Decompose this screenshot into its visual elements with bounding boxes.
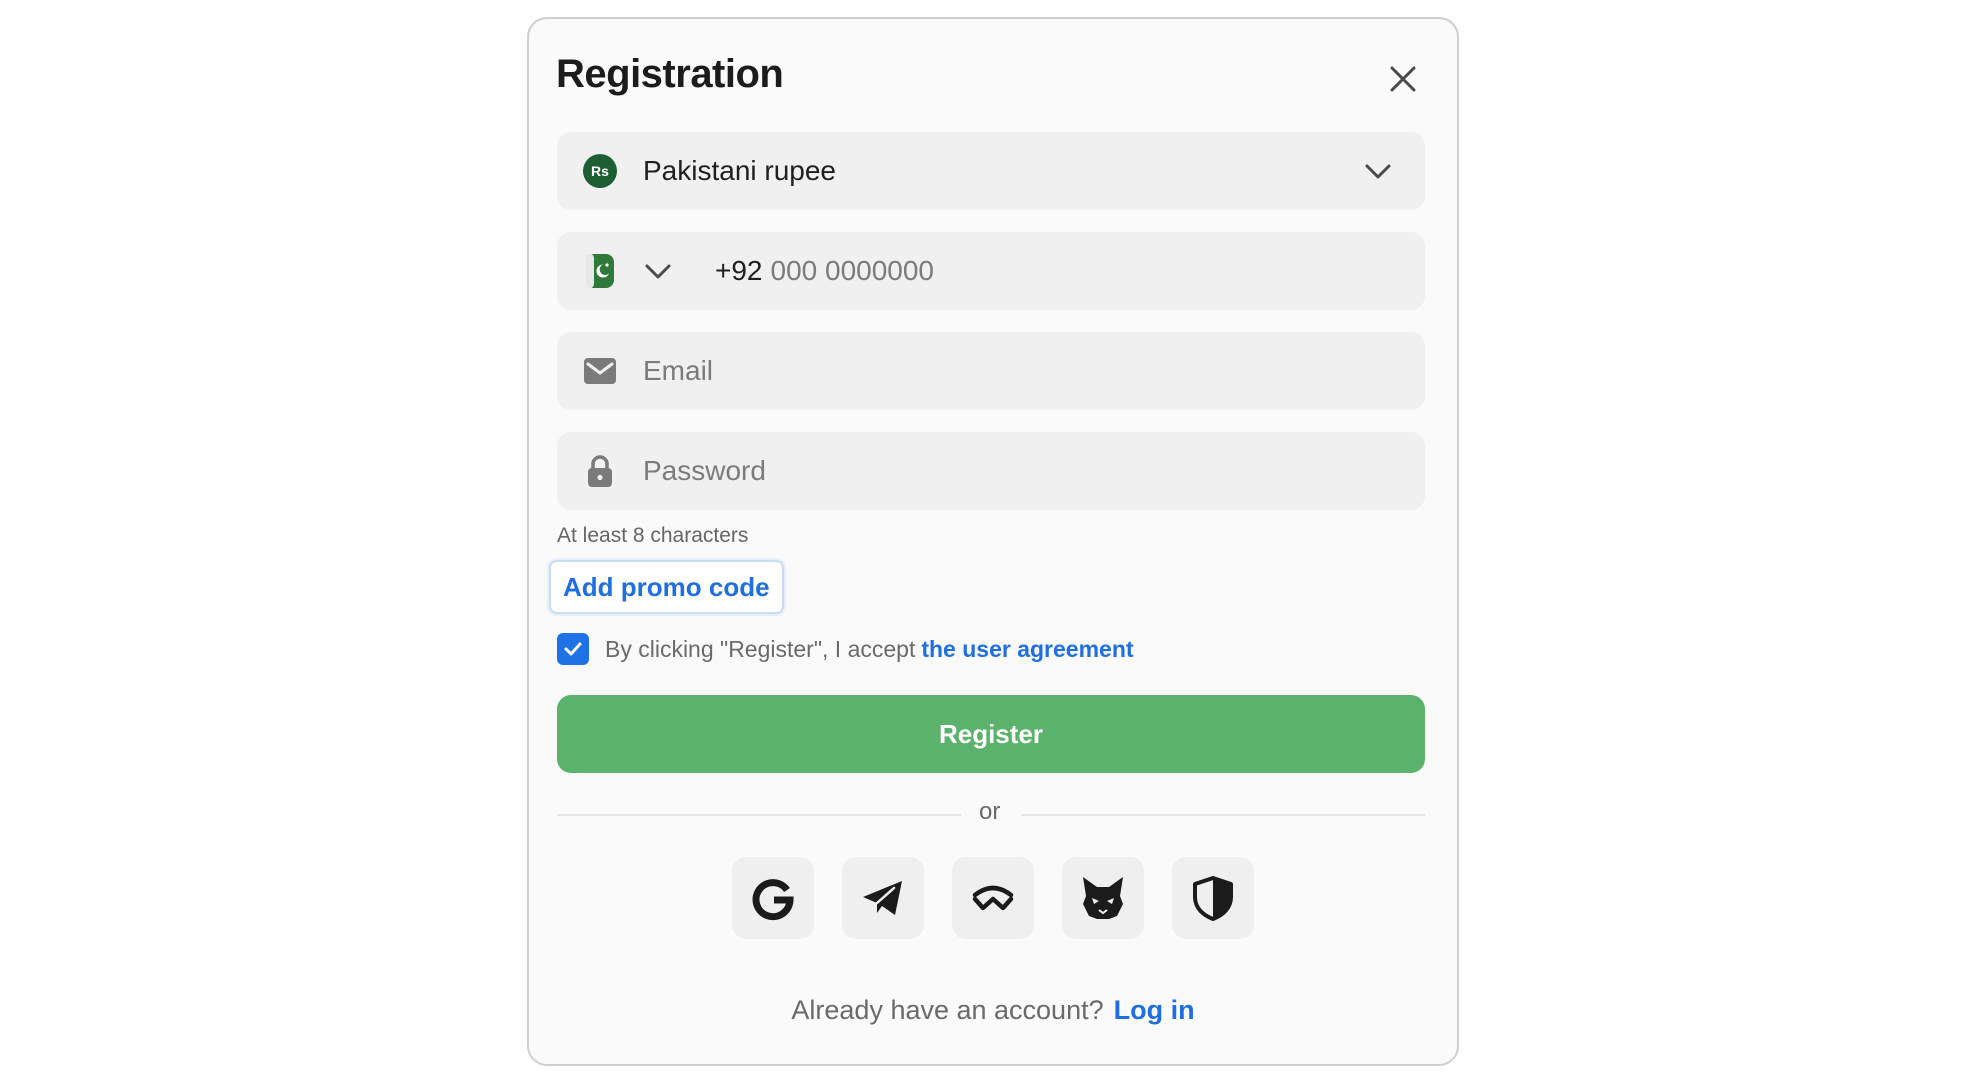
- add-promo-code-button[interactable]: Add promo code: [549, 560, 784, 614]
- walletconnect-icon: [972, 885, 1014, 911]
- divider-line-left: [557, 814, 961, 816]
- phone-placeholder: 000 0000000: [770, 255, 935, 286]
- phone-country-code: +92: [715, 255, 763, 286]
- currency-value: Pakistani rupee: [643, 155, 837, 186]
- metamask-icon: [1083, 877, 1123, 919]
- currency-select[interactable]: Rs Pakistani rupee: [557, 132, 1425, 210]
- checkmark-icon: [564, 642, 582, 656]
- user-agreement-link[interactable]: the user agreement: [921, 636, 1133, 662]
- or-separator: or: [979, 798, 1001, 825]
- shield-icon: [1193, 876, 1233, 921]
- registration-modal: Registration Rs Pakistani rupee +92 000 …: [527, 17, 1459, 1066]
- social-login-row: [732, 857, 1254, 939]
- shield-login-button[interactable]: [1172, 857, 1254, 939]
- telegram-login-button[interactable]: [842, 857, 924, 939]
- pakistan-flag-icon: [586, 254, 614, 288]
- modal-title: Registration: [556, 52, 784, 96]
- metamask-login-button[interactable]: [1062, 857, 1144, 939]
- chevron-down-icon: [645, 264, 671, 279]
- agreement-text: By clicking "Register", I accept: [605, 635, 916, 662]
- password-placeholder: Password: [643, 455, 766, 486]
- password-hint: At least 8 characters: [557, 524, 749, 547]
- email-field[interactable]: Email: [557, 332, 1425, 410]
- divider-line-right: [1021, 814, 1425, 816]
- agreement-row: By clicking "Register", I accept the user…: [557, 633, 1134, 665]
- google-icon: [752, 879, 794, 921]
- google-login-button[interactable]: [732, 857, 814, 939]
- close-button[interactable]: [1381, 57, 1425, 101]
- password-field[interactable]: Password: [557, 432, 1425, 510]
- close-icon: [1390, 66, 1416, 92]
- agreement-checkbox[interactable]: [557, 633, 589, 665]
- login-prompt-text: Already have an account?: [791, 995, 1104, 1025]
- telegram-icon: [863, 881, 902, 915]
- login-prompt: Already have an account? Log in: [529, 995, 1457, 1026]
- login-link[interactable]: Log in: [1114, 995, 1195, 1025]
- walletconnect-login-button[interactable]: [952, 857, 1034, 939]
- email-placeholder: Email: [643, 355, 714, 386]
- register-button[interactable]: Register: [557, 695, 1425, 773]
- country-select[interactable]: [557, 232, 643, 310]
- lock-icon: [588, 455, 612, 487]
- phone-field[interactable]: +92 000 0000000: [557, 232, 1425, 310]
- rupee-badge-icon: Rs: [583, 154, 617, 188]
- chevron-down-icon: [1365, 164, 1391, 179]
- envelope-icon: [584, 358, 616, 384]
